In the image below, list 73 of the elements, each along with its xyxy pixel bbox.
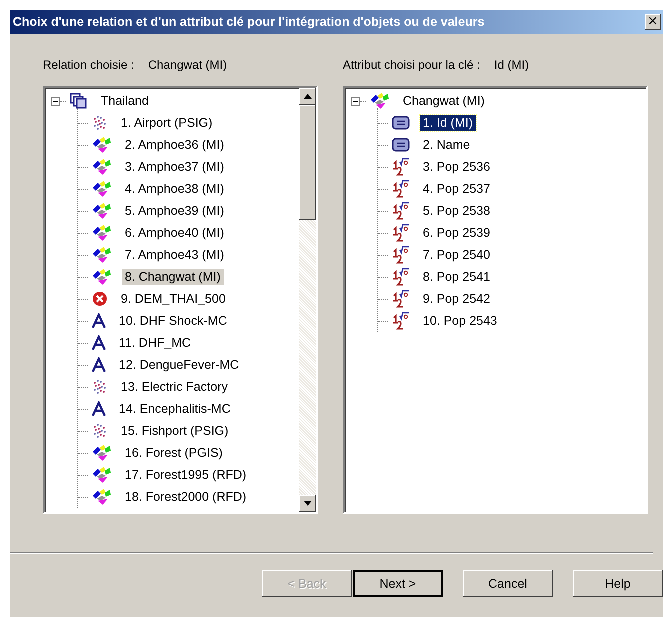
tree-item[interactable]: 5. Amphoe39 (MI)	[122, 203, 228, 219]
tree-item[interactable]: 12. DengueFever-MC	[116, 357, 242, 373]
down-arrow-icon	[304, 501, 312, 506]
tree-item[interactable]: 7. Amphoe43 (MI)	[122, 247, 228, 263]
regions-icon	[92, 268, 112, 286]
window-title: Choix d'une relation et d'un attribut clé pour l'intégration d'objets ou de valeurs	[13, 15, 485, 29]
regions-icon	[92, 202, 112, 220]
letter-a-icon	[92, 335, 106, 351]
fraction-icon	[392, 224, 410, 242]
tree-item[interactable]: 1. Airport (PSIG)	[118, 115, 216, 131]
regions-icon	[92, 488, 112, 506]
dots-icon	[92, 423, 108, 439]
tree-item[interactable]: 3. Amphoe37 (MI)	[122, 159, 228, 175]
tree-item[interactable]: 5. Pop 2538	[420, 203, 494, 219]
field-label: Relation choisie :	[43, 58, 134, 74]
collapse-icon[interactable]	[51, 96, 60, 106]
regions-icon	[92, 158, 112, 176]
tree-item[interactable]: 14. Encephalitis-MC	[116, 401, 234, 417]
dots-icon	[92, 379, 108, 395]
tree-item[interactable]: 9. Pop 2542	[420, 291, 494, 307]
tree-item[interactable]: 1. Id (MI)	[420, 115, 476, 131]
up-arrow-icon	[304, 94, 312, 99]
tree-item[interactable]: 10. DHF Shock-MC	[116, 313, 230, 329]
dialog-button[interactable]: Next >	[353, 570, 443, 597]
tree-item[interactable]: 2. Name	[420, 137, 474, 153]
tree-item[interactable]: 6. Pop 2539	[420, 225, 494, 241]
fraction-icon	[392, 268, 410, 286]
tree-item[interactable]: Thailand	[98, 93, 152, 109]
fraction-icon	[392, 158, 410, 176]
tree-item[interactable]: 7. Pop 2540	[420, 247, 494, 263]
tree-item[interactable]: 8. Pop 2541	[420, 269, 494, 285]
dialog-button[interactable]: Help	[573, 570, 663, 597]
scrollbar[interactable]	[299, 88, 316, 512]
tables-icon	[70, 93, 88, 109]
tree-item[interactable]: 17. Forest1995 (RFD)	[122, 467, 250, 483]
letter-a-icon	[92, 401, 106, 417]
tree-item[interactable]: 2. Amphoe36 (MI)	[122, 137, 228, 153]
tree-item[interactable]: 10. Pop 2543	[420, 313, 500, 329]
fraction-icon	[392, 312, 410, 330]
error-icon	[92, 291, 108, 307]
tree-item[interactable]: 13. Electric Factory	[118, 379, 231, 395]
regions-icon	[92, 224, 112, 242]
regions-icon	[92, 466, 112, 484]
fraction-icon	[392, 202, 410, 220]
tree-item[interactable]: 3. Pop 2536	[420, 159, 494, 175]
close-button[interactable]: ×	[645, 14, 661, 30]
tree-item[interactable]: 16. Forest (PGIS)	[122, 445, 226, 461]
tree-item[interactable]: 6. Amphoe40 (MI)	[122, 225, 228, 241]
regions-icon	[370, 92, 390, 110]
fraction-icon	[392, 180, 410, 198]
regions-icon	[92, 246, 112, 264]
field-value: Changwat (MI)	[148, 58, 228, 74]
tree-item[interactable]: 9. DEM_THAI_500	[118, 291, 229, 307]
regions-icon	[92, 136, 112, 154]
field-icon	[392, 116, 410, 130]
field-label: Attribut choisi pour la clé :	[343, 58, 480, 74]
regions-icon	[92, 180, 112, 198]
tree-item[interactable]: Changwat (MI)	[400, 93, 488, 109]
tree-item[interactable]: 4. Amphoe38 (MI)	[122, 181, 228, 197]
letter-a-icon	[92, 313, 106, 329]
collapse-icon[interactable]	[351, 96, 360, 106]
fraction-icon	[392, 246, 410, 264]
fraction-icon	[392, 290, 410, 308]
tree-item[interactable]: 18. Forest2000 (RFD)	[122, 489, 250, 505]
tree-item[interactable]: 11. DHF_MC	[116, 335, 194, 351]
dialog-button[interactable]: Cancel	[463, 570, 553, 597]
dots-icon	[92, 115, 108, 131]
letter-a-icon	[92, 357, 106, 373]
tree-item[interactable]: 15. Fishport (PSIG)	[118, 423, 232, 439]
field-icon	[392, 138, 410, 152]
regions-icon	[92, 444, 112, 462]
tree-item[interactable]: 4. Pop 2537	[420, 181, 494, 197]
field-value: Id (MI)	[494, 58, 530, 74]
